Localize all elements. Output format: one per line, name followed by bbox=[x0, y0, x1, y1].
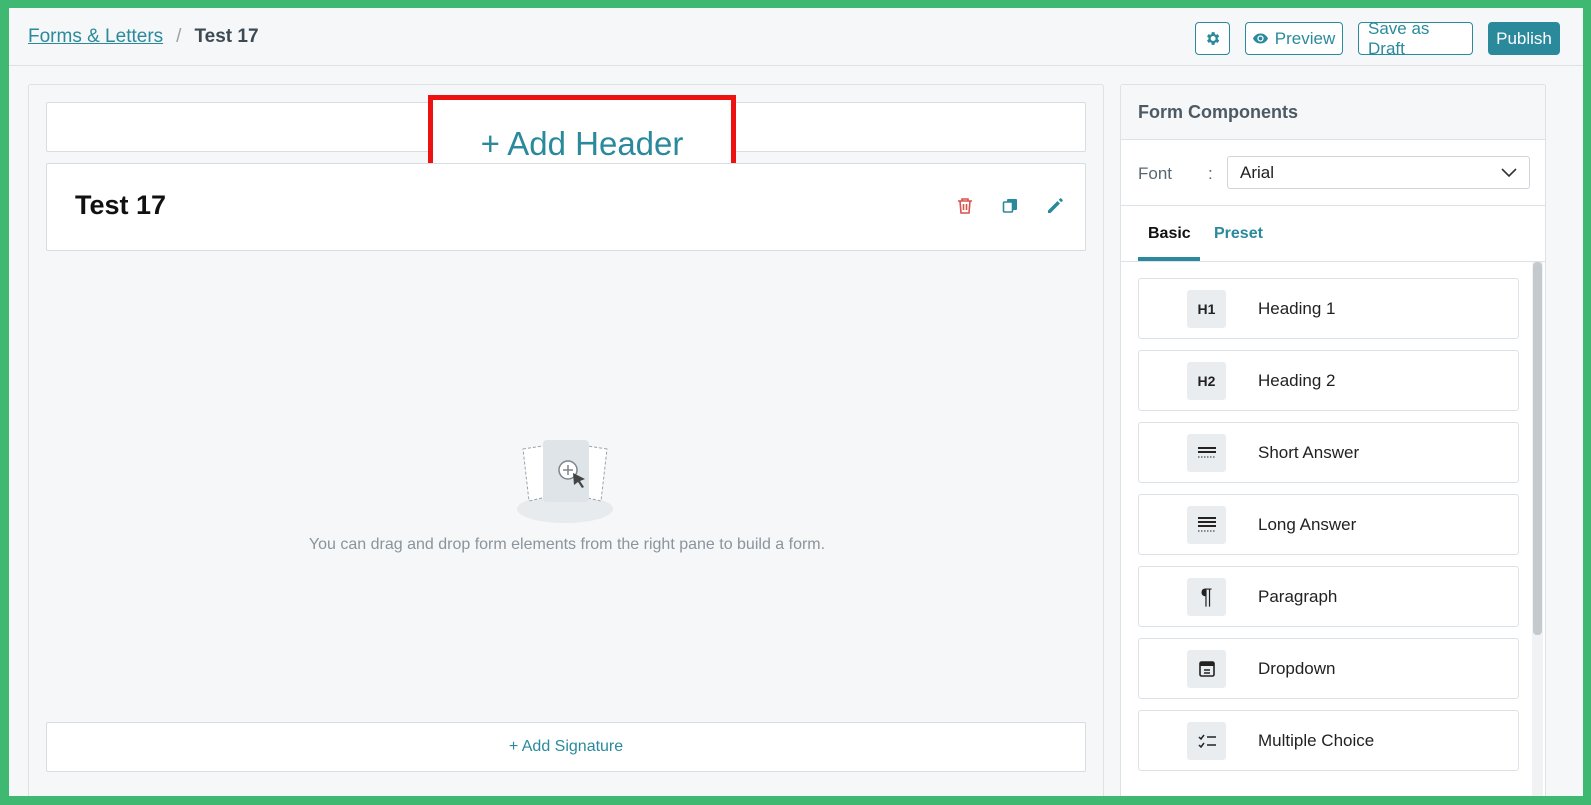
component-heading-1[interactable]: H1 Heading 1 bbox=[1138, 278, 1519, 339]
breadcrumb-forms-letters-link[interactable]: Forms & Letters bbox=[28, 26, 163, 48]
form-canvas: + Add Header Test 17 You can drag and dr… bbox=[28, 84, 1104, 796]
long-answer-icon bbox=[1187, 506, 1226, 544]
settings-button[interactable] bbox=[1195, 22, 1230, 55]
add-signature-button[interactable]: + Add Signature bbox=[46, 722, 1086, 772]
heading-1-icon: H1 bbox=[1187, 290, 1226, 328]
preview-button[interactable]: Preview bbox=[1245, 22, 1343, 55]
breadcrumb-current: Test 17 bbox=[194, 26, 259, 47]
form-title-card[interactable]: Test 17 bbox=[46, 163, 1086, 251]
component-heading-2[interactable]: H2 Heading 2 bbox=[1138, 350, 1519, 411]
preview-label: Preview bbox=[1274, 28, 1336, 48]
heading-2-icon: H2 bbox=[1187, 362, 1226, 400]
component-label: Heading 2 bbox=[1258, 370, 1336, 390]
save-draft-button[interactable]: Save as Draft bbox=[1358, 19, 1473, 58]
component-label: Multiple Choice bbox=[1258, 730, 1375, 750]
breadcrumb-separator: / bbox=[176, 26, 182, 47]
component-list: H1 Heading 1 H2 Heading 2 Short Answer L… bbox=[1138, 278, 1519, 782]
add-header-button[interactable]: + Add Header bbox=[481, 125, 684, 163]
toolbar-actions: Preview Save as Draft Publish bbox=[1195, 19, 1560, 58]
paragraph-icon: ¶ bbox=[1187, 578, 1226, 616]
component-dropdown[interactable]: Dropdown bbox=[1138, 638, 1519, 699]
component-paragraph[interactable]: ¶ Paragraph bbox=[1138, 566, 1519, 627]
panel-title: Form Components bbox=[1121, 85, 1545, 140]
component-label: Short Answer bbox=[1258, 442, 1360, 462]
tab-preset[interactable]: Preset bbox=[1214, 225, 1263, 243]
component-long-answer[interactable]: Long Answer bbox=[1138, 494, 1519, 555]
component-label: Heading 1 bbox=[1258, 298, 1336, 318]
component-multiple-choice[interactable]: Multiple Choice bbox=[1138, 710, 1519, 771]
breadcrumb: Forms & Letters / Test 17 bbox=[28, 26, 259, 48]
pencil-icon[interactable] bbox=[1047, 197, 1065, 215]
empty-state-message: You can drag and drop form elements from… bbox=[308, 536, 826, 553]
top-bar: Forms & Letters / Test 17 Preview Save a… bbox=[9, 8, 1583, 66]
checklist-icon bbox=[1187, 722, 1226, 760]
header-slot[interactable]: + Add Header bbox=[46, 95, 1086, 193]
component-label: Dropdown bbox=[1258, 658, 1336, 678]
component-short-answer[interactable]: Short Answer bbox=[1138, 422, 1519, 483]
eye-icon bbox=[1252, 33, 1268, 44]
font-select[interactable]: Arial bbox=[1227, 156, 1530, 189]
scrollbar-thumb[interactable] bbox=[1533, 262, 1542, 635]
form-components-panel: Form Components Font : Arial Basic Prese… bbox=[1120, 84, 1546, 796]
tab-basic[interactable]: Basic bbox=[1148, 225, 1191, 243]
font-colon: : bbox=[1208, 164, 1213, 183]
copy-icon[interactable] bbox=[1002, 197, 1020, 215]
font-select-value: Arial bbox=[1240, 162, 1275, 182]
panel-scrollbar[interactable] bbox=[1532, 262, 1543, 796]
component-tabs: Basic Preset bbox=[1121, 206, 1545, 262]
form-title: Test 17 bbox=[75, 190, 167, 220]
font-row: Font : Arial bbox=[1121, 140, 1545, 206]
trash-icon[interactable] bbox=[957, 197, 975, 215]
dropdown-icon bbox=[1187, 650, 1226, 688]
publish-button[interactable]: Publish bbox=[1488, 22, 1560, 55]
title-card-tools bbox=[957, 197, 1065, 215]
font-label: Font bbox=[1138, 164, 1173, 183]
empty-state-illustration bbox=[515, 435, 615, 525]
chevron-down-icon bbox=[1501, 167, 1517, 178]
app-window: Forms & Letters / Test 17 Preview Save a… bbox=[9, 8, 1583, 796]
component-label: Paragraph bbox=[1258, 586, 1338, 606]
short-answer-icon bbox=[1187, 434, 1226, 472]
component-label: Long Answer bbox=[1258, 514, 1357, 534]
gear-icon bbox=[1204, 30, 1221, 47]
active-tab-indicator bbox=[1138, 257, 1200, 261]
